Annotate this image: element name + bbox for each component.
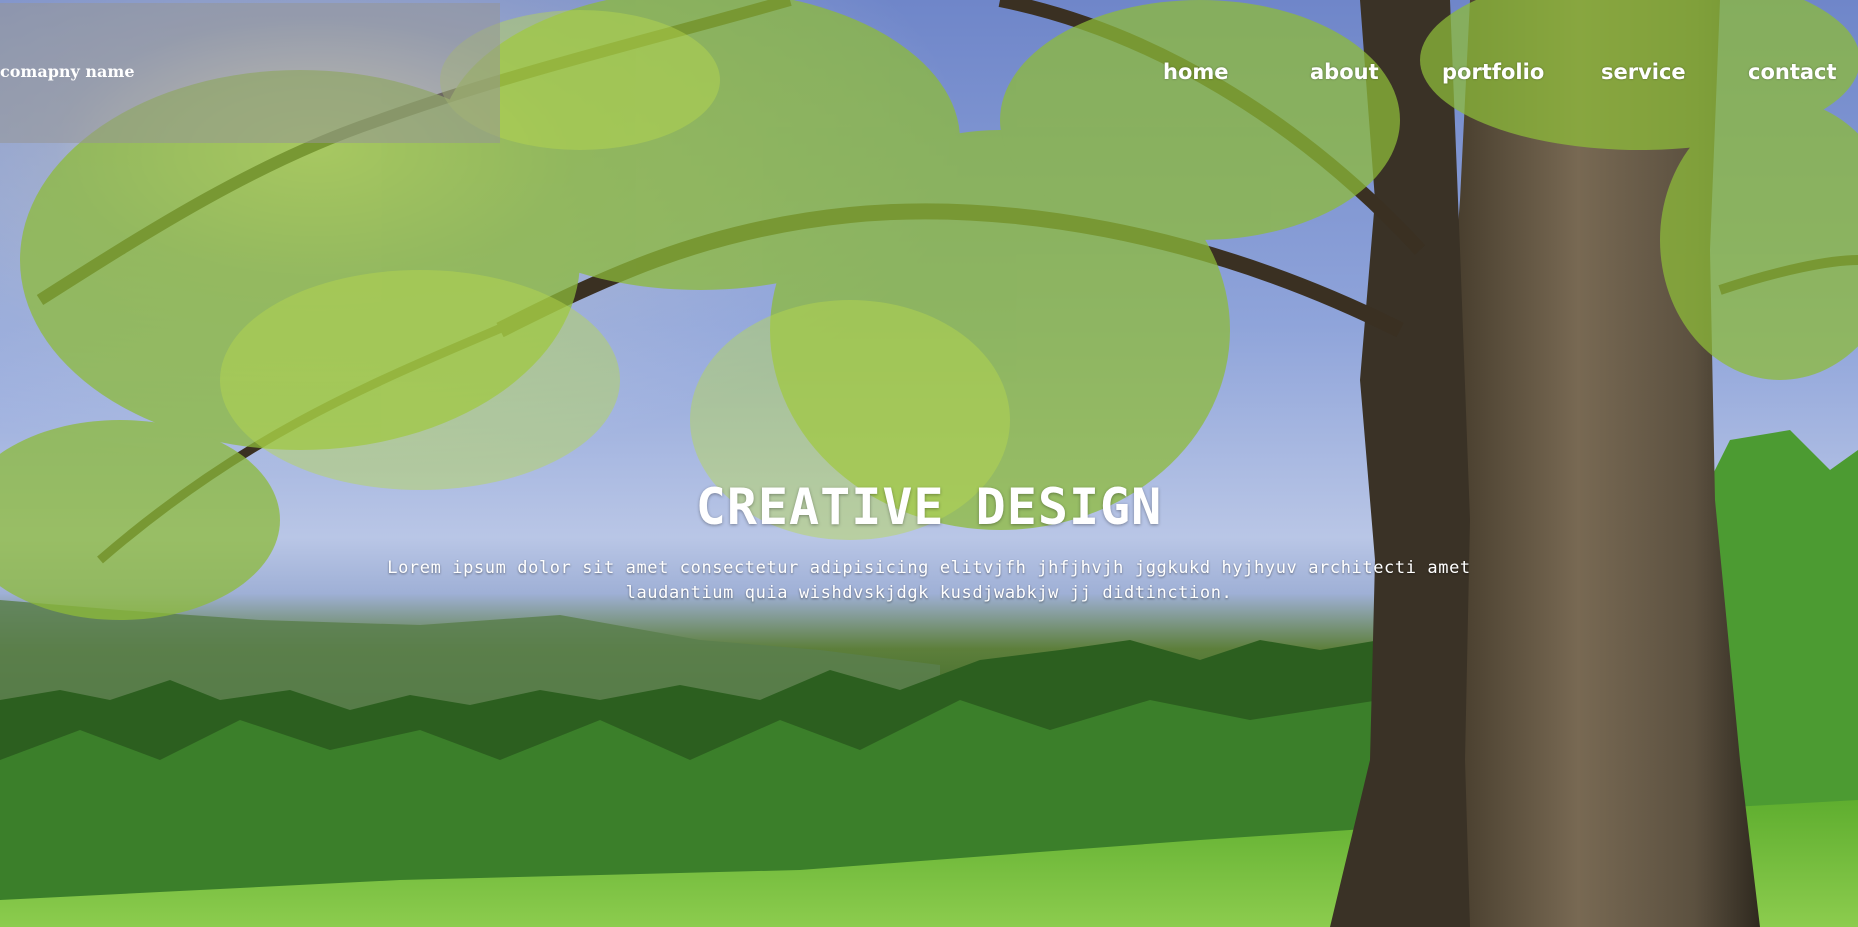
nav-link-contact[interactable]: contact	[1748, 60, 1837, 84]
nav-link-about[interactable]: about	[1310, 60, 1379, 84]
nav-link-service[interactable]: service	[1601, 60, 1686, 84]
nav-link-portfolio[interactable]: portfolio	[1442, 60, 1544, 84]
hero-title: CREATIVE DESIGN	[695, 478, 1163, 536]
hero-description: Lorem ipsum dolor sit amet consectetur a…	[387, 558, 1471, 603]
main-navigation: home about portfolio service contact	[0, 60, 1858, 90]
nav-link-home[interactable]: home	[1163, 60, 1229, 84]
